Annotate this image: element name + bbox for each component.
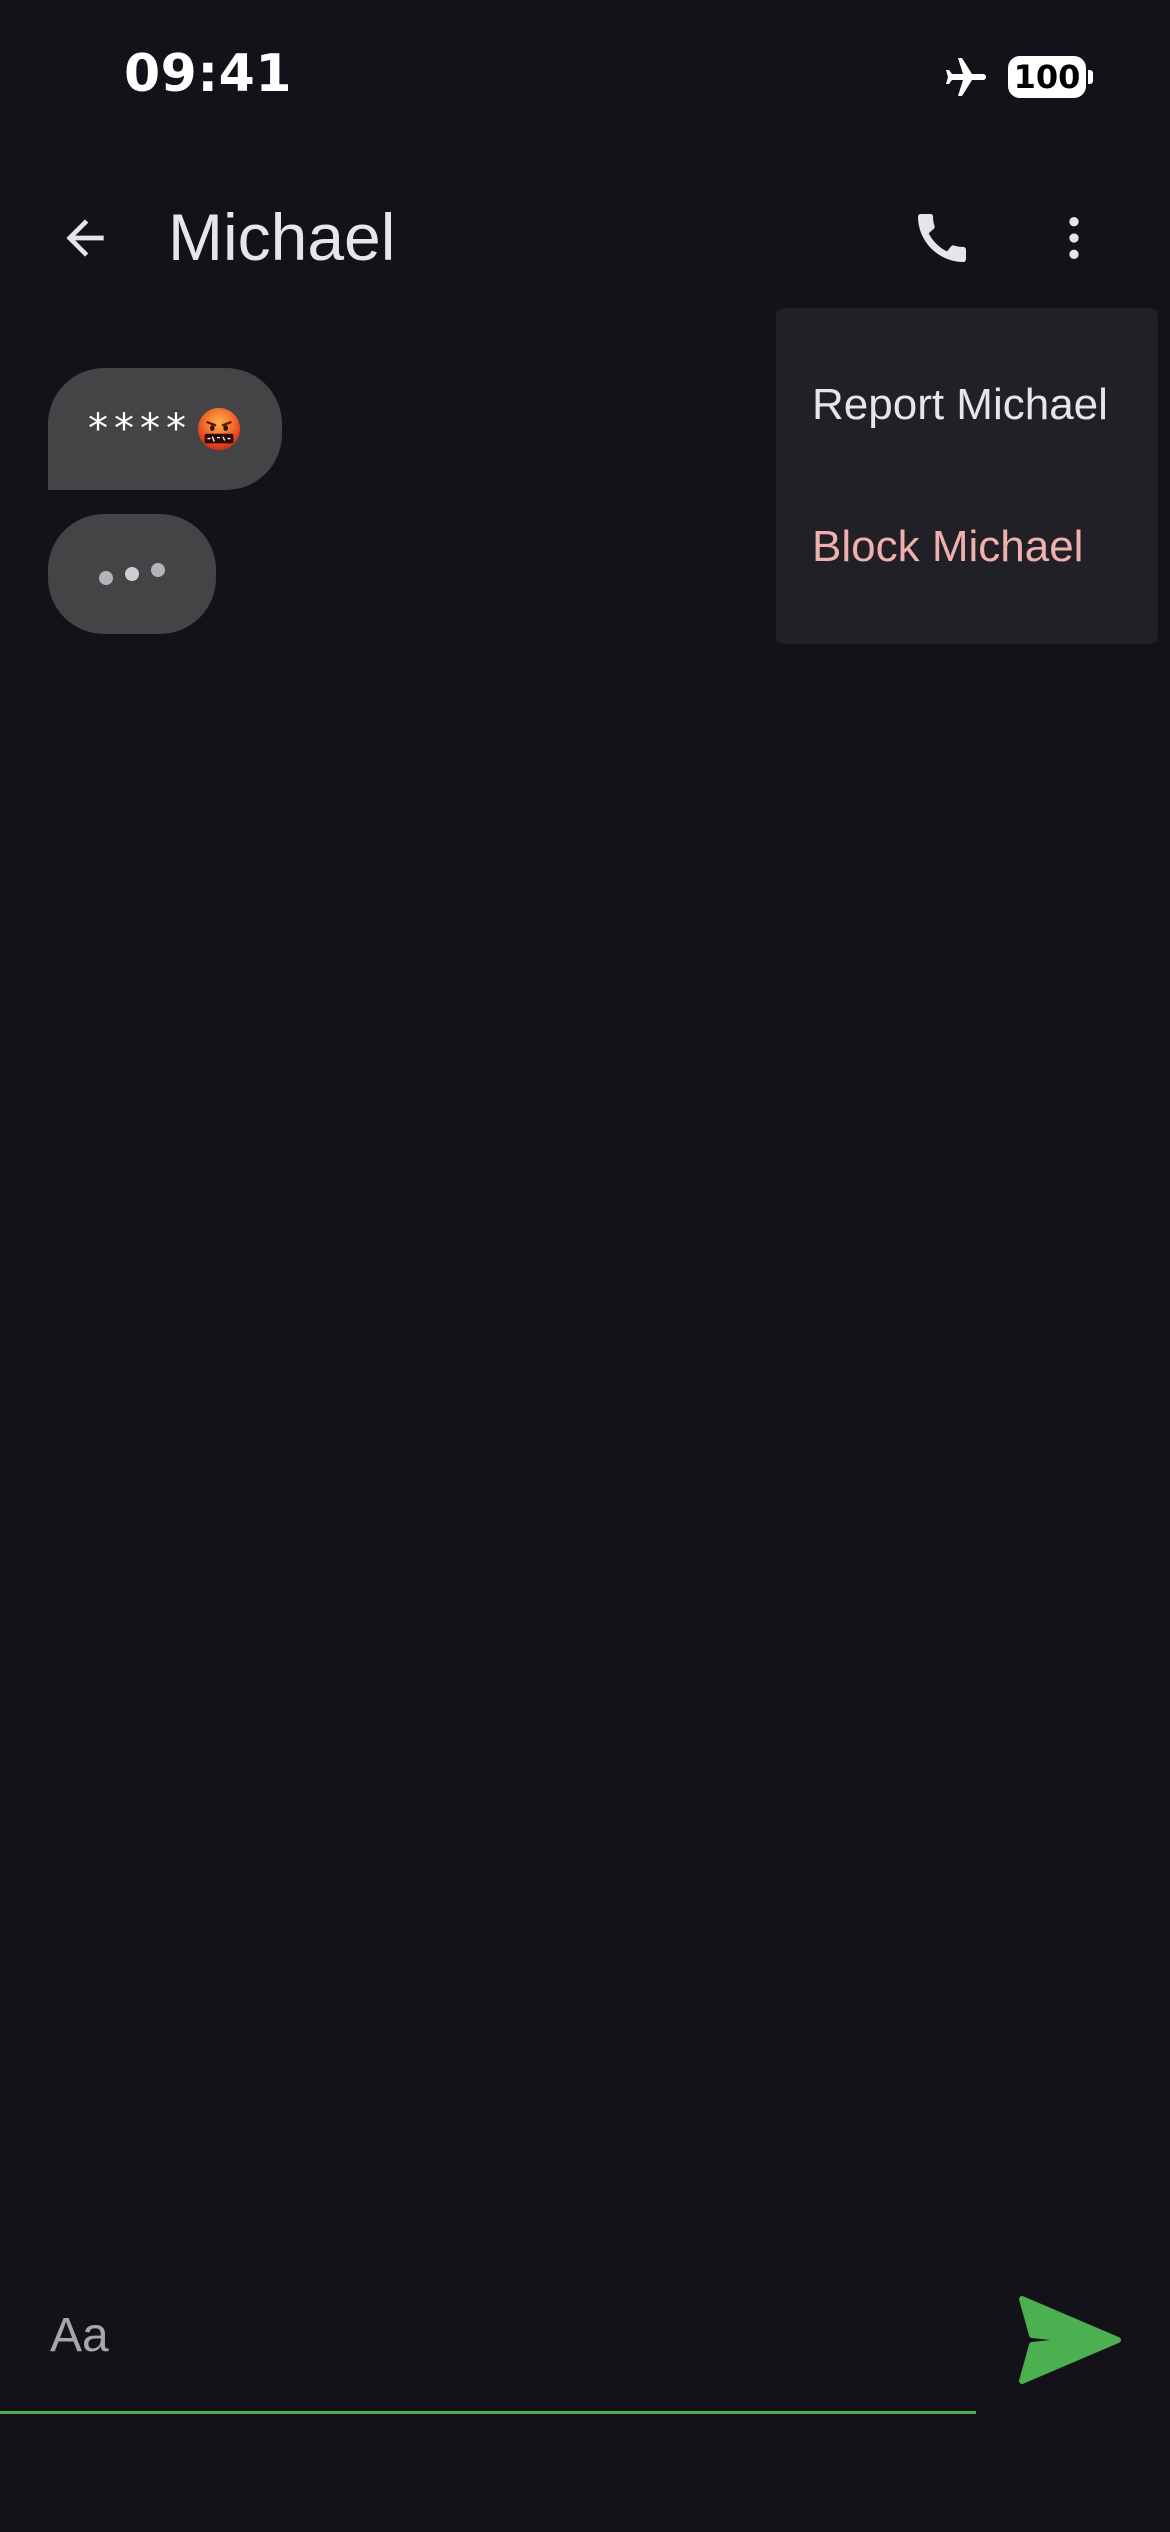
menu-item-block[interactable]: Block Michael: [812, 522, 1083, 572]
message-text: ****: [88, 406, 192, 452]
arrow-left-icon: [66, 219, 104, 257]
typing-indicator-bubble: [48, 514, 216, 634]
message-composer: [0, 2260, 1170, 2420]
back-button[interactable]: [40, 198, 130, 278]
airplane-icon: [946, 58, 986, 96]
status-bar: 09:41 100: [0, 0, 1170, 150]
battery-indicator: 100: [1008, 56, 1086, 98]
send-icon: [1019, 2296, 1121, 2384]
more-options-button[interactable]: [1030, 194, 1118, 282]
angry-face-emoji-icon: [197, 407, 241, 451]
overflow-menu: Report Michael Block Michael: [776, 308, 1158, 644]
typing-dots-icon: [99, 563, 165, 585]
message-bubble[interactable]: ****: [48, 368, 282, 490]
send-button[interactable]: [1016, 2292, 1124, 2388]
call-button[interactable]: [898, 194, 986, 282]
page-title: Michael: [168, 200, 396, 274]
menu-item-report[interactable]: Report Michael: [812, 380, 1108, 430]
app-bar: Michael: [0, 180, 1170, 295]
message-list: ****: [48, 368, 282, 634]
status-time: 09:41: [124, 44, 293, 104]
message-input[interactable]: [0, 2260, 976, 2414]
phone-icon: [918, 214, 966, 262]
battery-tip: [1088, 70, 1093, 84]
more-vertical-icon: [1069, 217, 1079, 259]
